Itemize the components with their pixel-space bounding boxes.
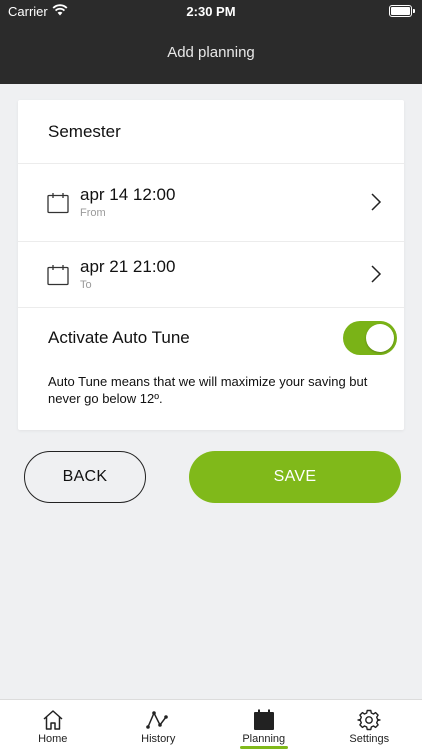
tab-home[interactable]: Home [0, 700, 106, 750]
history-icon [146, 711, 169, 729]
autotune-toggle[interactable] [343, 321, 397, 355]
calendar-icon [253, 709, 274, 730]
tab-history[interactable]: History [106, 700, 212, 750]
tab-planning-label: Planning [242, 733, 286, 745]
from-date-value: apr 14 12:00 [80, 185, 176, 204]
tab-planning[interactable]: Planning [211, 700, 317, 750]
from-date-label: From [80, 207, 106, 219]
planning-name-field[interactable]: Semester [18, 100, 404, 164]
to-date-value: apr 21 21:00 [80, 257, 176, 276]
status-time: 2:30 PM [186, 4, 236, 19]
planning-form-card: Semester apr 14 12:00 From apr 21 21:00 … [18, 100, 404, 430]
navigation-bar: Carrier 2:30 PM Add planning [0, 0, 422, 84]
tab-settings[interactable]: Settings [317, 700, 422, 750]
battery-icon [389, 5, 415, 17]
tab-settings-label: Settings [349, 733, 390, 745]
chevron-right-icon [371, 193, 382, 211]
to-date-label: To [80, 279, 92, 291]
to-date-row[interactable]: apr 21 21:00 To [18, 242, 404, 308]
active-tab-indicator [240, 746, 288, 749]
tab-history-label: History [141, 733, 176, 745]
autotune-description: Auto Tune means that we will maximize yo… [48, 374, 368, 406]
calendar-icon [47, 265, 69, 286]
gear-icon [357, 709, 381, 731]
autotune-label: Activate Auto Tune [48, 328, 190, 347]
chevron-right-icon [371, 265, 382, 283]
back-button[interactable]: BACK [24, 451, 146, 503]
tab-home-label: Home [38, 733, 68, 745]
planning-name-value: Semester [48, 122, 121, 141]
page-title: Add planning [167, 44, 255, 61]
toggle-knob [366, 324, 394, 352]
save-button[interactable]: SAVE [189, 451, 401, 503]
home-icon [43, 710, 63, 730]
from-date-row[interactable]: apr 14 12:00 From [18, 164, 404, 242]
tab-bar: Home History Planning Settings [0, 699, 422, 750]
calendar-icon [47, 193, 69, 214]
status-bar: Carrier 2:30 PM [0, 0, 422, 22]
